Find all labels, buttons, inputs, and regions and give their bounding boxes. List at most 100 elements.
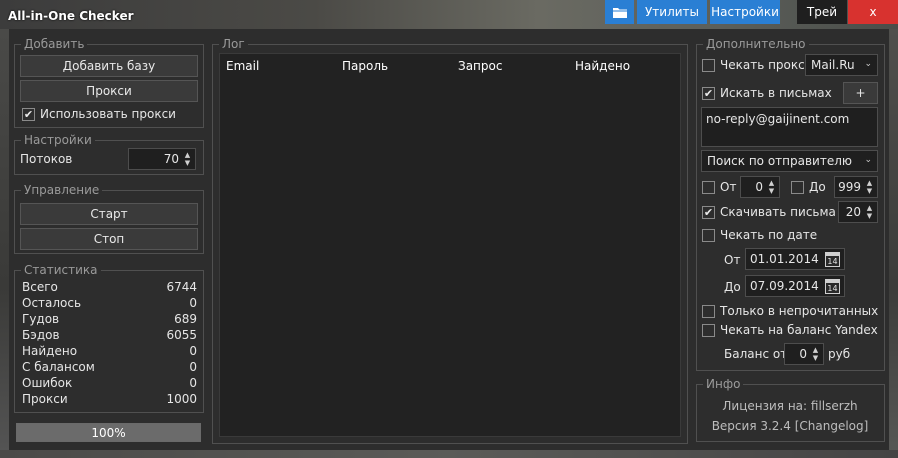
stat-row: Ошибок 0 [22,376,197,392]
search-mode-value: Поиск по отправителю [707,154,852,168]
close-button[interactable]: x [848,0,898,24]
spin-up-icon[interactable]: ▲ [865,204,874,212]
spin-down-icon[interactable]: ▼ [865,212,874,220]
download-spinner[interactable]: 20 ▲ ▼ [838,201,878,223]
search-in-mail-label: Искать в письмах [720,86,832,100]
add-search-button[interactable]: + [843,82,878,104]
spin-up-icon[interactable]: ▲ [767,179,776,187]
proxy-service-value: Mail.Ru [811,58,855,72]
stat-row: Прокси 1000 [22,392,197,408]
control-group-legend: Управление [21,183,103,197]
stat-value: 0 [189,344,197,358]
stat-value: 689 [174,312,197,326]
stat-label: Ошибок [22,376,73,390]
search-in-mail-checkbox[interactable]: ✔ [702,87,715,100]
from-value: 0 [755,180,763,194]
settings-button[interactable]: Настройки [710,0,780,24]
use-proxy-label: Использовать прокси [40,107,176,121]
date-to-value: 07.09.2014 [750,279,819,293]
to-checkbox[interactable] [791,181,804,194]
unread-only-checkbox[interactable] [702,305,715,318]
stat-label: Всего [22,280,58,294]
stat-label: Бэдов [22,328,60,342]
from-spinner[interactable]: 0 ▲ ▼ [740,176,780,198]
stats-group-legend: Статистика [21,263,101,277]
check-proxy-checkbox[interactable] [702,59,715,72]
stat-row: Гудов 689 [22,312,197,328]
settings-group-legend: Настройки [21,133,95,147]
yandex-balance-checkbox[interactable] [702,324,715,337]
log-table[interactable]: Email Пароль Запрос Найдено [219,53,681,437]
stat-value: 6744 [166,280,197,294]
spin-up-icon[interactable]: ▲ [811,346,820,354]
window-edge-right [889,29,898,458]
log-column-header[interactable]: Запрос [458,59,502,73]
check-by-date-label: Чекать по дате [720,228,818,242]
folder-icon [612,7,627,18]
balance-unit-label: руб [828,347,851,361]
log-column-header[interactable]: Пароль [342,59,388,73]
threads-label: Потоков [20,152,73,166]
to-label: До [809,180,826,194]
stat-label: Гудов [22,312,60,326]
version-text[interactable]: Версия 3.2.4 [Changelog] [696,419,884,433]
stat-label: Найдено [22,344,78,358]
spin-down-icon[interactable]: ▼ [811,354,820,362]
proxy-button[interactable]: Прокси [20,80,198,102]
info-group: Инфо [696,377,885,442]
use-proxy-checkbox[interactable]: ✔ [22,108,35,121]
balance-spinner[interactable]: 0 ▲ ▼ [784,343,824,365]
progress-label: 100% [91,425,126,440]
log-column-header[interactable]: Найдено [575,59,630,73]
date-from-field[interactable]: 01.01.2014 14 [745,248,845,270]
info-group-legend: Инфо [703,377,744,391]
start-button[interactable]: Старт [20,203,198,225]
add-base-button[interactable]: Добавить базу [20,55,198,77]
download-value: 20 [845,205,861,219]
stat-label: Прокси [22,392,68,406]
balance-from-label: Баланс от [724,347,788,361]
checkmark-icon: ✔ [23,108,34,121]
date-from-value: 01.01.2014 [750,252,819,266]
to-value: 999 [838,180,861,194]
extra-group-legend: Дополнительно [703,37,809,51]
balance-value: 0 [799,347,807,361]
yandex-balance-label: Чекать на баланс Yandex [720,323,878,337]
date-to-field[interactable]: 07.09.2014 14 [745,275,845,297]
tray-button[interactable]: Трей [797,0,847,24]
stat-value: 0 [189,360,197,374]
stat-label: Осталось [22,296,82,310]
utilities-button[interactable]: Утилиты [637,0,707,24]
from-label: От [720,180,737,194]
license-text: Лицензия на: fillserzh [722,399,858,413]
title-bar[interactable]: All-in-One Checker Утилиты Настройки Тре… [0,0,898,29]
calendar-icon[interactable]: 14 [825,252,840,267]
threads-spinner[interactable]: 70 ▲ ▼ [128,148,196,170]
chevron-down-icon: ⌄ [864,59,872,69]
window-edge-bottom [0,450,898,458]
progress-bar: 100% [16,423,201,442]
spin-up-icon[interactable]: ▲ [865,179,874,187]
spin-down-icon[interactable]: ▼ [767,187,776,195]
spin-down-icon[interactable]: ▼ [183,159,192,167]
search-text-field[interactable]: no-reply@gaijinent.com [701,107,878,147]
stat-row: Найдено 0 [22,344,197,360]
stat-row: Всего 6744 [22,280,197,296]
proxy-service-select[interactable]: Mail.Ru ⌄ [805,54,878,76]
search-mode-select[interactable]: Поиск по отправителю ⌄ [701,150,878,172]
check-proxy-label: Чекать прокси [720,58,813,72]
spin-up-icon[interactable]: ▲ [183,151,192,159]
download-checkbox[interactable]: ✔ [702,206,715,219]
to-spinner[interactable]: 999 ▲ ▼ [834,176,878,198]
date-to-label: До [724,280,741,294]
log-column-header[interactable]: Email [226,59,259,73]
app-title: All-in-One Checker [8,9,134,23]
calendar-icon[interactable]: 14 [825,279,840,294]
spin-down-icon[interactable]: ▼ [865,187,874,195]
stop-button[interactable]: Стоп [20,228,198,250]
from-checkbox[interactable] [702,181,715,194]
add-group-legend: Добавить [21,37,88,51]
check-by-date-checkbox[interactable] [702,229,715,242]
log-group-legend: Лог [219,37,248,51]
open-folder-button[interactable] [605,0,634,24]
